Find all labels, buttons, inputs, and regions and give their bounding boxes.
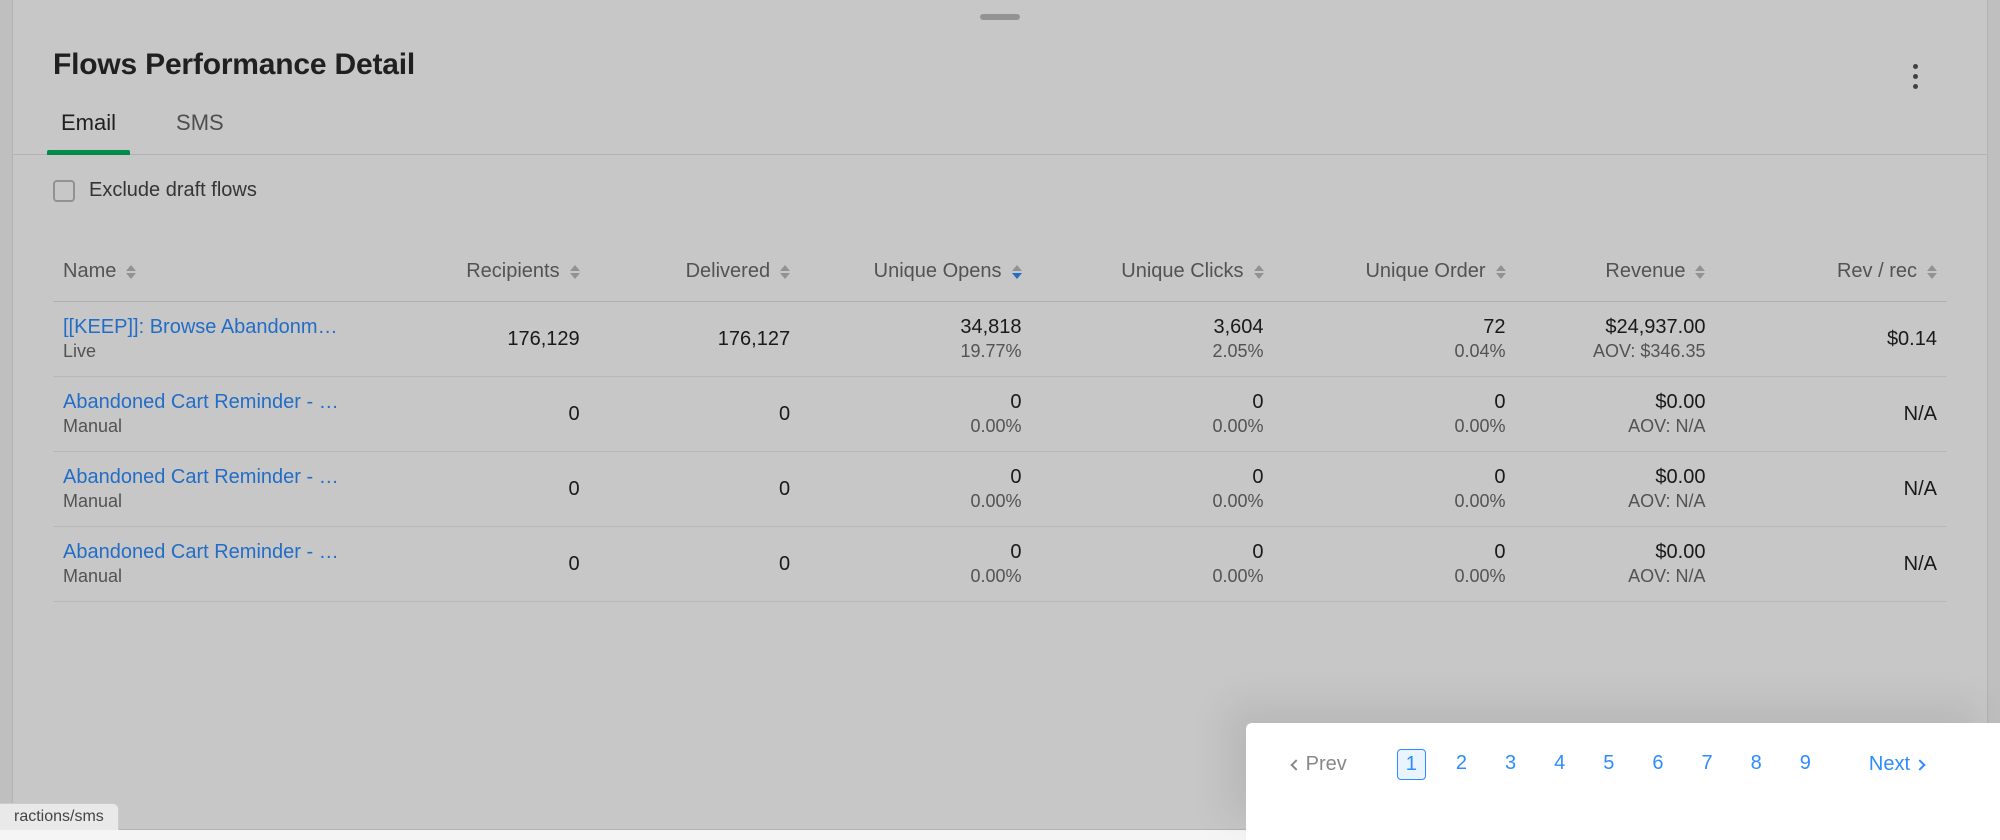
page-7[interactable]: 7	[1694, 749, 1721, 780]
chevron-right-icon	[1914, 759, 1925, 770]
filter-row: Exclude draft flows	[13, 155, 1987, 202]
sort-icon	[570, 265, 580, 279]
more-options-button[interactable]	[1903, 60, 1927, 92]
cell-clicks: 00.00%	[1032, 377, 1274, 452]
cell-recipients: 176,129	[411, 302, 590, 377]
cell-recipients: 0	[411, 527, 590, 602]
cell-revenue: $0.00AOV: N/A	[1516, 527, 1716, 602]
cell-orders: 720.04%	[1274, 302, 1516, 377]
sort-icon	[1695, 265, 1705, 279]
flow-name-link[interactable]: Abandoned Cart Reminder - …	[63, 391, 363, 414]
col-delivered[interactable]: Delivered	[590, 242, 800, 302]
cell-delivered: 0	[590, 527, 800, 602]
cell-rev-per-rec: $0.14	[1715, 302, 1947, 377]
pagination-bar: Prev 1 2 3 4 5 6 7 8 9 Next	[1246, 723, 2000, 840]
kebab-dot-icon	[1913, 64, 1918, 69]
cell-clicks: 00.00%	[1032, 452, 1274, 527]
cell-opens: 34,81819.77%	[800, 302, 1031, 377]
cell-revenue: $0.00AOV: N/A	[1516, 452, 1716, 527]
cell-opens: 00.00%	[800, 377, 1031, 452]
col-name[interactable]: Name	[53, 242, 411, 302]
page-6[interactable]: 6	[1644, 749, 1671, 780]
kebab-dot-icon	[1913, 74, 1918, 79]
tab-email[interactable]: Email	[53, 110, 124, 154]
performance-table: Name Recipients Delivered Unique Opens U…	[13, 202, 1987, 602]
cell-delivered: 0	[590, 377, 800, 452]
table-row: Abandoned Cart Reminder - …Manual 0 0 00…	[53, 377, 1947, 452]
kebab-dot-icon	[1913, 84, 1918, 89]
cell-orders: 00.00%	[1274, 377, 1516, 452]
cell-rev-per-rec: N/A	[1715, 452, 1947, 527]
cell-clicks: 3,6042.05%	[1032, 302, 1274, 377]
page-5[interactable]: 5	[1595, 749, 1622, 780]
panel-header: Flows Performance Detail	[13, 0, 1987, 82]
exclude-draft-checkbox[interactable]	[53, 180, 75, 202]
flow-name-link[interactable]: Abandoned Cart Reminder - …	[63, 466, 363, 489]
sort-icon	[1496, 265, 1506, 279]
table-row: [[KEEP]]: Browse Abandonm…Live 176,129 1…	[53, 302, 1947, 377]
exclude-draft-label: Exclude draft flows	[89, 179, 257, 202]
page-title: Flows Performance Detail	[53, 48, 1947, 82]
table-row: Abandoned Cart Reminder - …Manual 0 0 00…	[53, 452, 1947, 527]
cell-rev-per-rec: N/A	[1715, 527, 1947, 602]
cell-rev-per-rec: N/A	[1715, 377, 1947, 452]
page-2[interactable]: 2	[1448, 749, 1475, 780]
sort-icon	[1927, 265, 1937, 279]
cell-delivered: 0	[590, 452, 800, 527]
flow-name-link[interactable]: [[KEEP]]: Browse Abandonm…	[63, 316, 363, 339]
cell-orders: 00.00%	[1274, 527, 1516, 602]
chevron-left-icon	[1290, 759, 1301, 770]
tab-sms[interactable]: SMS	[168, 110, 232, 154]
page-4[interactable]: 4	[1546, 749, 1573, 780]
next-label: Next	[1869, 753, 1910, 776]
col-recipients[interactable]: Recipients	[411, 242, 590, 302]
cell-revenue: $0.00AOV: N/A	[1516, 377, 1716, 452]
cell-opens: 00.00%	[800, 452, 1031, 527]
browser-status-url: ractions/sms	[0, 803, 119, 830]
col-unique-opens[interactable]: Unique Opens	[800, 242, 1031, 302]
prev-button[interactable]: Prev	[1286, 749, 1353, 780]
table-row: Abandoned Cart Reminder - …Manual 0 0 00…	[53, 527, 1947, 602]
flow-name-link[interactable]: Abandoned Cart Reminder - …	[63, 541, 363, 564]
cell-opens: 00.00%	[800, 527, 1031, 602]
page-8[interactable]: 8	[1743, 749, 1770, 780]
channel-tabs: Email SMS	[13, 110, 1987, 155]
cell-recipients: 0	[411, 452, 590, 527]
page-number-list: 1 2 3 4 5 6 7 8 9	[1397, 749, 1819, 780]
table-body: [[KEEP]]: Browse Abandonm…Live 176,129 1…	[53, 302, 1947, 602]
flows-panel: Flows Performance Detail Email SMS Exclu…	[12, 0, 1988, 830]
sort-icon	[780, 265, 790, 279]
flow-status: Live	[63, 341, 401, 362]
cell-recipients: 0	[411, 377, 590, 452]
prev-label: Prev	[1306, 753, 1347, 776]
sort-icon	[1254, 265, 1264, 279]
sort-down-active-icon	[1012, 265, 1022, 279]
cell-revenue: $24,937.00AOV: $346.35	[1516, 302, 1716, 377]
page-9[interactable]: 9	[1792, 749, 1819, 780]
col-rev-per-rec[interactable]: Rev / rec	[1715, 242, 1947, 302]
cell-delivered: 176,127	[590, 302, 800, 377]
sort-icon	[126, 265, 136, 279]
flow-status: Manual	[63, 491, 401, 512]
cell-clicks: 00.00%	[1032, 527, 1274, 602]
flow-status: Manual	[63, 416, 401, 437]
cell-orders: 00.00%	[1274, 452, 1516, 527]
col-unique-order[interactable]: Unique Order	[1274, 242, 1516, 302]
next-button[interactable]: Next	[1863, 749, 1930, 780]
col-unique-clicks[interactable]: Unique Clicks	[1032, 242, 1274, 302]
col-revenue[interactable]: Revenue	[1516, 242, 1716, 302]
drag-handle[interactable]	[980, 14, 1020, 20]
page-1[interactable]: 1	[1397, 749, 1426, 780]
flow-status: Manual	[63, 566, 401, 587]
page-3[interactable]: 3	[1497, 749, 1524, 780]
